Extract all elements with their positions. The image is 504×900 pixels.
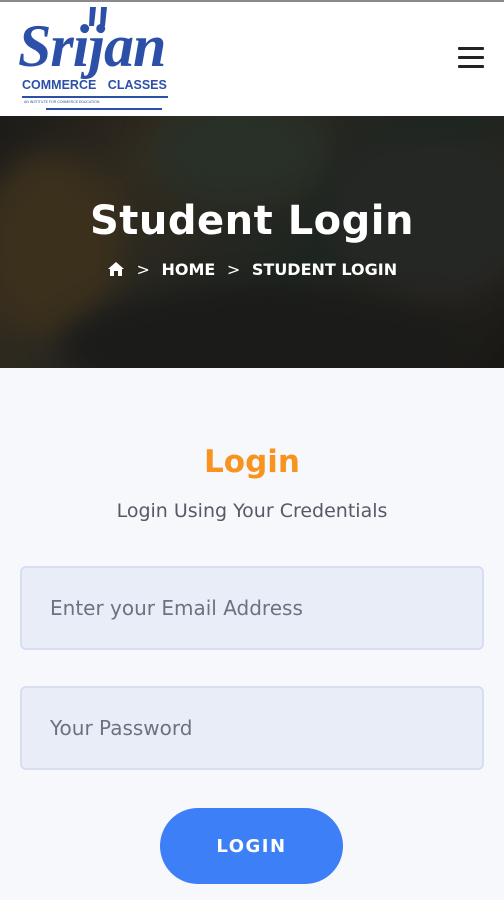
logo-underline-2 xyxy=(46,108,162,110)
srijan-logo[interactable]: Srijan COMMERCE CLASSES AN INSTITUTE FOR… xyxy=(18,6,174,114)
logo-left-word: COMMERCE xyxy=(22,78,97,92)
logo-tagline: AN INSTITUTE FOR COMMERCE EDUCATION xyxy=(24,100,100,104)
logo-subtext: COMMERCE CLASSES xyxy=(22,78,167,92)
logo-right-word: CLASSES xyxy=(107,78,167,92)
login-subtitle: Login Using Your Credentials xyxy=(116,500,388,522)
password-field[interactable] xyxy=(20,686,484,770)
hamburger-menu-icon[interactable] xyxy=(452,40,490,74)
login-button[interactable]: LOGIN xyxy=(160,808,343,884)
login-section: Login Login Using Your Credentials LOGIN xyxy=(0,368,504,900)
menu-line xyxy=(458,47,484,50)
email-field[interactable] xyxy=(20,566,484,650)
login-heading: Login xyxy=(204,444,300,480)
site-header: Srijan COMMERCE CLASSES AN INSTITUTE FOR… xyxy=(0,2,504,116)
page-title: Student Login xyxy=(90,198,414,244)
breadcrumb-separator: > xyxy=(226,260,241,279)
breadcrumb-separator: > xyxy=(136,260,150,279)
page-banner: Student Login > HOME > STUDENT LOGIN xyxy=(0,116,504,368)
logo-underline xyxy=(22,96,168,98)
breadcrumb: > HOME > STUDENT LOGIN xyxy=(0,260,504,279)
logo-wordmark: Srijan xyxy=(18,13,166,79)
home-icon[interactable] xyxy=(107,261,125,277)
menu-line xyxy=(458,65,484,68)
breadcrumb-current: STUDENT LOGIN xyxy=(251,260,398,279)
breadcrumb-home-link[interactable]: HOME xyxy=(161,260,215,279)
menu-line xyxy=(458,56,484,59)
